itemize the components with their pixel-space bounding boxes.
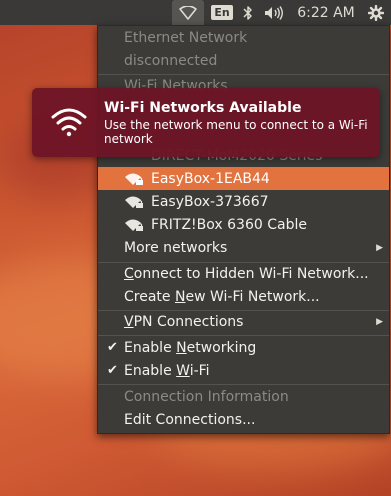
label-text: Create bbox=[124, 288, 175, 305]
network-indicator[interactable] bbox=[172, 0, 204, 25]
edit-connections-item[interactable]: Edit Connections... bbox=[98, 408, 389, 431]
mnemonic: V bbox=[124, 313, 134, 330]
checkmark-icon: ✔ bbox=[107, 363, 118, 378]
volume-icon bbox=[265, 5, 283, 20]
ethernet-network-label: Ethernet Network bbox=[124, 29, 248, 46]
system-menu-indicator[interactable] bbox=[363, 0, 389, 25]
enable-wifi-label: Enable Wi-Fi bbox=[124, 363, 210, 379]
label-text: ew Wi-Fi Network... bbox=[185, 288, 320, 305]
submenu-arrow-icon: ▶ bbox=[376, 242, 383, 253]
mnemonic: W bbox=[176, 362, 190, 379]
label-text: PN Connections bbox=[133, 313, 244, 330]
mnemonic: N bbox=[176, 339, 187, 356]
wifi-network-item-active[interactable]: EasyBox-1EAB44 bbox=[98, 167, 389, 190]
top-panel: En 6:22 AM bbox=[0, 0, 391, 25]
wifi-network-name: EasyBox-1EAB44 bbox=[151, 170, 270, 187]
label-text: etworking bbox=[186, 339, 257, 356]
mnemonic: C bbox=[124, 265, 134, 282]
enable-networking-label: Enable Networking bbox=[124, 340, 256, 356]
vpn-connections-submenu[interactable]: VPN Connections ▶ bbox=[98, 310, 389, 333]
wifi-lock-icon bbox=[125, 219, 143, 231]
mnemonic: N bbox=[174, 288, 186, 305]
wifi-network-name: EasyBox-373667 bbox=[151, 193, 269, 210]
keyboard-layout-label: En bbox=[211, 5, 233, 20]
more-networks-label: More networks bbox=[124, 239, 228, 256]
ethernet-status-label: disconnected bbox=[124, 52, 218, 69]
volume-indicator[interactable] bbox=[261, 0, 287, 25]
clock-label: 6:22 AM bbox=[297, 4, 355, 21]
wifi-available-notification: Wi-Fi Networks Available Use the network… bbox=[32, 88, 380, 157]
wifi-lock-icon bbox=[125, 173, 143, 185]
bluetooth-icon bbox=[243, 5, 252, 20]
wifi-network-item[interactable]: EasyBox-373667 bbox=[98, 190, 389, 213]
keyboard-layout-indicator[interactable]: En bbox=[209, 0, 235, 25]
label-text: Enable bbox=[124, 362, 177, 379]
connect-hidden-network-item[interactable]: Connect to Hidden Wi-Fi Network... bbox=[98, 262, 389, 285]
ethernet-status: disconnected bbox=[98, 49, 389, 72]
bluetooth-indicator[interactable] bbox=[238, 0, 258, 25]
wifi-network-item[interactable]: FRITZ!Box 6360 Cable bbox=[98, 213, 389, 236]
label-text: onnect to Hidden Wi-Fi Network... bbox=[133, 265, 369, 282]
enable-networking-toggle[interactable]: ✔ Enable Networking bbox=[98, 336, 389, 359]
wifi-network-name: FRITZ!Box 6360 Cable bbox=[151, 216, 307, 233]
connection-information-label: Connection Information bbox=[124, 388, 289, 405]
clock[interactable]: 6:22 AM bbox=[292, 0, 360, 25]
desktop: En 6:22 AM Ethernet Network disconnected… bbox=[0, 0, 391, 496]
ethernet-network-header: Ethernet Network bbox=[98, 26, 389, 49]
label-text: Enable bbox=[124, 339, 177, 356]
create-new-network-label: Create New Wi-Fi Network... bbox=[124, 289, 320, 305]
checkmark-icon: ✔ bbox=[107, 340, 118, 355]
network-menu: Ethernet Network disconnected Wi-Fi Netw… bbox=[97, 25, 390, 434]
more-networks-submenu[interactable]: More networks ▶ bbox=[98, 236, 389, 259]
wifi-signal-icon bbox=[51, 108, 87, 137]
wifi-lock-icon bbox=[125, 196, 143, 208]
notification-title: Wi-Fi Networks Available bbox=[104, 100, 302, 116]
submenu-arrow-icon: ▶ bbox=[376, 316, 383, 327]
connection-information-item: Connection Information bbox=[98, 385, 389, 408]
edit-connections-label: Edit Connections... bbox=[124, 411, 256, 428]
vpn-connections-label: VPN Connections bbox=[124, 314, 243, 330]
connect-hidden-network-label: Connect to Hidden Wi-Fi Network... bbox=[124, 266, 369, 282]
notification-body: Use the network menu to connect to a Wi-… bbox=[104, 118, 368, 146]
enable-wifi-toggle[interactable]: ✔ Enable Wi-Fi bbox=[98, 359, 389, 382]
create-new-network-item[interactable]: Create New Wi-Fi Network... bbox=[98, 285, 389, 308]
label-text: i-Fi bbox=[189, 362, 210, 379]
system-gear-icon bbox=[368, 4, 384, 21]
network-wireless-icon bbox=[179, 5, 197, 20]
